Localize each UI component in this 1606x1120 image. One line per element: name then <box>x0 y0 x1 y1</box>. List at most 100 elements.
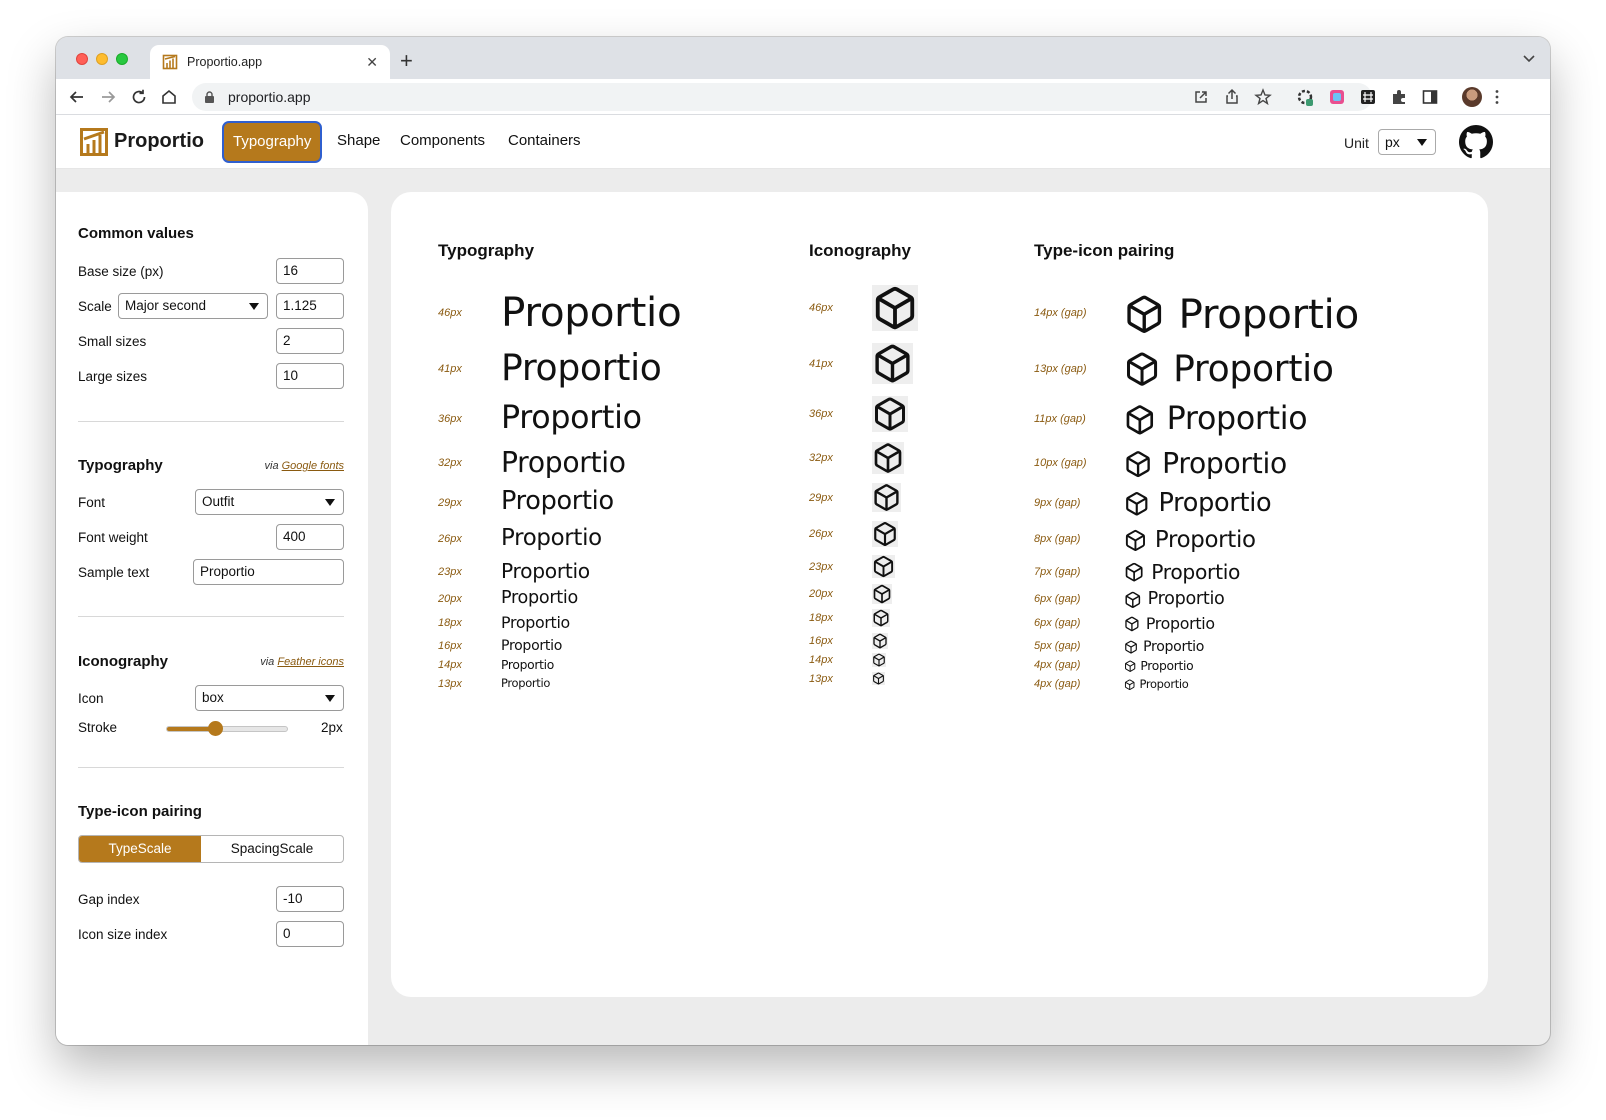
box-icon <box>872 442 904 474</box>
box-icon <box>872 653 886 667</box>
box-icon <box>1124 351 1160 387</box>
spacingscale-option[interactable]: SpacingScale <box>201 836 343 862</box>
close-tab-icon[interactable]: ✕ <box>366 54 378 71</box>
iconography-column-title: Iconography <box>809 241 912 260</box>
maximize-window-button[interactable] <box>116 53 128 65</box>
github-icon[interactable] <box>1459 125 1493 159</box>
extension-gear-icon[interactable] <box>1296 88 1314 106</box>
sample-text-input[interactable]: Proportio <box>193 559 344 585</box>
stroke-slider-track[interactable] <box>166 726 288 732</box>
brand-name[interactable]: Proportio <box>114 130 204 153</box>
font-weight-label: Font weight <box>78 530 148 545</box>
box-icon <box>1124 404 1156 436</box>
scale-value-input[interactable]: 1.125 <box>276 293 344 319</box>
small-sizes-input[interactable]: 2 <box>276 328 344 354</box>
browser-window: Proportio.app ✕ + proportio.app Proporti… <box>56 37 1550 1045</box>
profile-avatar[interactable] <box>1462 87 1482 107</box>
favicon-icon <box>162 54 178 70</box>
tab-search-chevron-icon[interactable] <box>1522 51 1536 65</box>
app-header: Proportio Typography Shape Components Co… <box>56 115 1550 169</box>
font-weight-input[interactable]: 400 <box>276 524 344 550</box>
iconography-size-label: 41px <box>809 357 833 370</box>
pairing-gap-label: 6px (gap) <box>1034 593 1081 605</box>
settings-sidebar: Common values Base size (px) 16 Scale Ma… <box>56 192 368 1045</box>
icon-select[interactable]: box <box>195 685 344 711</box>
typography-section-title: Typography <box>78 457 163 474</box>
box-icon <box>872 483 901 512</box>
box-icon <box>872 521 898 547</box>
pairing-mode-toggle: TypeScale SpacingScale <box>78 835 344 863</box>
pairing-sample-text: Proportio <box>1140 658 1194 673</box>
unit-select[interactable]: px <box>1378 129 1436 155</box>
scale-select-value: Major second <box>125 298 207 313</box>
extension-grid-icon[interactable] <box>1359 88 1377 106</box>
gap-index-input[interactable]: -10 <box>276 886 344 912</box>
google-fonts-link[interactable]: Google fonts <box>282 460 344 472</box>
back-icon[interactable] <box>68 88 86 106</box>
box-icon <box>872 343 913 384</box>
proportio-logo-icon[interactable] <box>80 128 108 156</box>
iconography-size-label: 14px <box>809 654 833 666</box>
iconography-size-label: 16px <box>809 635 833 647</box>
nav-components[interactable]: Components <box>400 132 485 149</box>
scale-select[interactable]: Major second <box>118 293 268 319</box>
stroke-value: 2px <box>321 720 343 735</box>
pairing-sample: Proportio <box>1124 403 1308 436</box>
stroke-slider-thumb[interactable] <box>207 721 223 736</box>
pairing-sample: Proportio <box>1124 678 1189 690</box>
pairing-gap-label: 5px (gap) <box>1034 640 1081 652</box>
pairing-gap-label: 4px (gap) <box>1034 677 1081 690</box>
small-sizes-label: Small sizes <box>78 334 147 349</box>
close-window-button[interactable] <box>76 53 88 65</box>
typography-size-label: 18px <box>438 617 462 629</box>
base-size-input[interactable]: 16 <box>276 258 344 284</box>
pairing-column-title: Type-icon pairing <box>1034 241 1175 260</box>
reload-icon[interactable] <box>130 88 148 106</box>
side-panel-icon[interactable] <box>1421 88 1439 106</box>
extension-color-icon[interactable] <box>1328 88 1346 106</box>
forward-icon[interactable] <box>99 88 117 106</box>
typography-size-label: 36px <box>438 413 462 425</box>
open-external-icon[interactable] <box>1192 88 1210 106</box>
address-bar[interactable]: proportio.app <box>192 83 1372 111</box>
tab-strip: Proportio.app ✕ + <box>56 37 1550 79</box>
feather-icons-link[interactable]: Feather icons <box>277 656 344 668</box>
typography-column-title: Typography <box>438 241 535 260</box>
icon-size-index-input[interactable]: 0 <box>276 921 344 947</box>
iconography-size-label: 23px <box>809 560 833 573</box>
typography-size-label: 26px <box>438 533 462 545</box>
nav-typography[interactable]: Typography <box>224 123 321 161</box>
typography-sample: Proportio <box>501 559 590 584</box>
large-sizes-input[interactable]: 10 <box>276 363 344 389</box>
pairing-sample-text: Proportio <box>1162 446 1287 480</box>
url-text: proportio.app <box>228 89 311 105</box>
minimize-window-button[interactable] <box>96 53 108 65</box>
pairing-gap-label: 11px (gap) <box>1034 413 1086 425</box>
typography-sample: Proportio <box>501 445 626 479</box>
pairing-sample-text: Proportio <box>1143 638 1205 655</box>
icon-size-index-label: Icon size index <box>78 927 168 942</box>
pairing-sample: Proportio <box>1124 591 1225 609</box>
typescale-option[interactable]: TypeScale <box>79 836 201 862</box>
nav-containers[interactable]: Containers <box>508 132 581 149</box>
browser-tab[interactable]: Proportio.app ✕ <box>150 45 390 79</box>
extensions-puzzle-icon[interactable] <box>1390 88 1408 106</box>
typography-size-label: 23px <box>438 565 462 578</box>
home-icon[interactable] <box>160 88 178 106</box>
typography-sample: Proportio <box>501 638 563 655</box>
divider <box>78 767 344 768</box>
typography-size-label: 20px <box>438 593 462 605</box>
browser-menu-icon[interactable] <box>1488 88 1506 106</box>
box-icon <box>1124 591 1142 609</box>
bookmark-star-icon[interactable] <box>1254 88 1272 106</box>
pairing-sample-text: Proportio <box>1151 560 1241 585</box>
new-tab-icon[interactable]: + <box>400 49 413 73</box>
nav-shape[interactable]: Shape <box>337 132 380 149</box>
typography-sample: Proportio <box>501 613 570 633</box>
large-sizes-label: Large sizes <box>78 369 148 384</box>
font-select[interactable]: Outfit <box>195 489 344 515</box>
pairing-gap-label: 6px (gap) <box>1034 617 1081 629</box>
sample-text-label: Sample text <box>78 565 150 580</box>
share-icon[interactable] <box>1223 88 1241 106</box>
typography-sample: Proportio <box>501 346 662 389</box>
